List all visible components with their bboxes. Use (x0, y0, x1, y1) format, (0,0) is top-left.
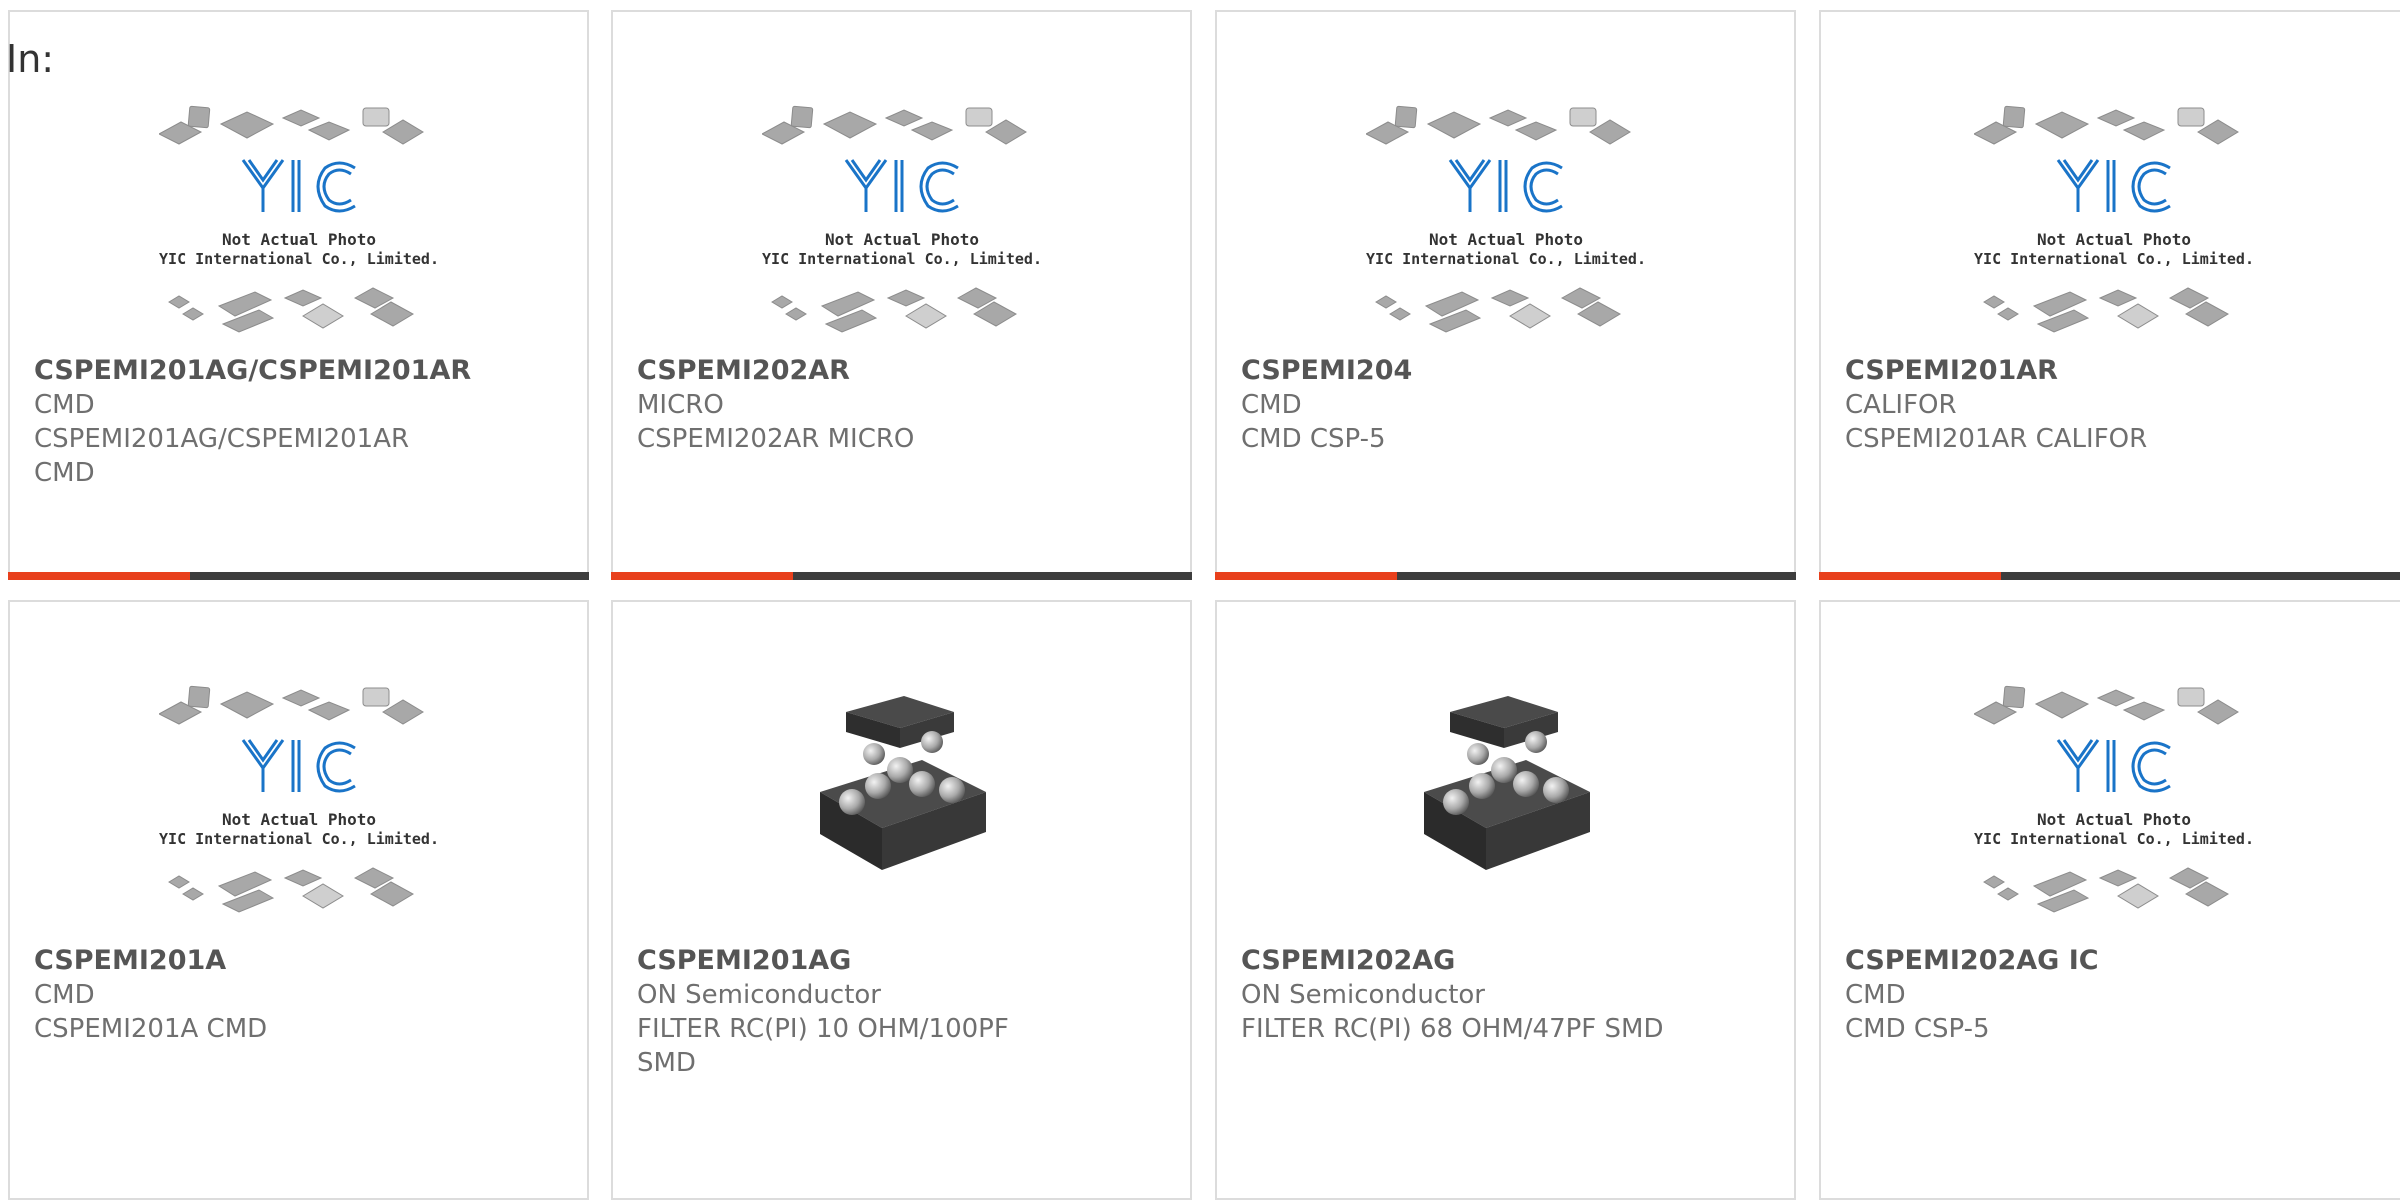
description-line-2: CMD (34, 458, 95, 488)
placeholder-caption-1: Not Actual Photo (2037, 810, 2191, 829)
placeholder-image: Not Actual Photo YIC International Co., … (158, 685, 439, 913)
description: FILTER RC(PI) 10 OHM/100PF (637, 1014, 1009, 1044)
part-number[interactable]: CSPEMI201AG/CSPEMI201AR (34, 354, 563, 388)
product-grid: In: Not Actual Photo YIC International C… (0, 0, 2400, 1200)
product-card[interactable]: CSPEMI202AG ON Semiconductor FILTER RC(P… (1215, 600, 1796, 1200)
product-card[interactable]: Not Actual Photo YIC International Co., … (8, 600, 589, 1200)
card-bottom-bar (611, 572, 1192, 580)
placeholder-caption-2: YIC International Co., Limited. (159, 830, 439, 848)
part-number[interactable]: CSPEMI201AR (1845, 354, 2383, 388)
placeholder-caption-1: Not Actual Photo (824, 230, 978, 249)
product-image[interactable]: Not Actual Photo YIC International Co., … (613, 102, 1190, 352)
card-bottom-bar (1819, 572, 2400, 580)
description: CSPEMI201AG/CSPEMI201AR (34, 424, 410, 454)
card-accent-bar (1819, 572, 2001, 580)
manufacturer: CMD (34, 980, 95, 1010)
placeholder-image: Not Actual Photo YIC International Co., … (761, 105, 1042, 333)
product-info: CSPEMI202AG IC CMD CMD CSP-5 (1845, 944, 2383, 1046)
product-info: CSPEMI202AR MICRO CSPEMI202AR MICRO (637, 354, 1166, 456)
placeholder-image: Not Actual Photo YIC International Co., … (1974, 105, 2254, 333)
manufacturer: CMD (1241, 390, 1302, 420)
part-number[interactable]: CSPEMI201A (34, 944, 563, 978)
product-info: CSPEMI204 CMD CMD CSP-5 (1241, 354, 1770, 456)
product-info: CSPEMI201A CMD CSPEMI201A CMD (34, 944, 563, 1046)
card-accent-bar (8, 572, 190, 580)
product-image[interactable]: Not Actual Photo YIC International Co., … (1821, 682, 2400, 932)
placeholder-caption-2: YIC International Co., Limited. (1366, 250, 1646, 268)
csp-package-image (819, 696, 986, 870)
product-image[interactable]: Not Actual Photo YIC International Co., … (10, 682, 587, 932)
product-info: CSPEMI201AG/CSPEMI201AR CMD CSPEMI201AG/… (34, 354, 563, 490)
product-image[interactable]: Not Actual Photo YIC International Co., … (1217, 102, 1794, 352)
part-number[interactable]: CSPEMI201AG (637, 944, 1166, 978)
placeholder-image: Not Actual Photo YIC International Co., … (1365, 105, 1646, 333)
manufacturer: ON Semiconductor (637, 980, 881, 1010)
csp-package-image (1423, 696, 1590, 870)
placeholder-caption-2: YIC International Co., Limited. (1974, 250, 2254, 268)
placeholder-image: Not Actual Photo YIC International Co., … (1974, 685, 2254, 913)
description-line-2: SMD (637, 1048, 696, 1078)
placeholder-caption-2: YIC International Co., Limited. (762, 250, 1042, 268)
product-image[interactable] (613, 682, 1190, 932)
product-info: CSPEMI201AG ON Semiconductor FILTER RC(P… (637, 944, 1166, 1080)
product-info: CSPEMI202AG ON Semiconductor FILTER RC(P… (1241, 944, 1770, 1046)
description: CSPEMI202AR MICRO (637, 424, 915, 454)
card-bottom-bar (8, 572, 589, 580)
description: CSPEMI201AR CALIFOR (1845, 424, 2148, 454)
part-number[interactable]: CSPEMI202AG (1241, 944, 1770, 978)
placeholder-caption-1: Not Actual Photo (221, 230, 375, 249)
card-accent-bar (1215, 572, 1397, 580)
product-card[interactable]: Not Actual Photo YIC International Co., … (1819, 600, 2400, 1200)
product-card[interactable]: Not Actual Photo YIC International Co., … (1215, 10, 1796, 580)
product-image[interactable] (1217, 682, 1794, 932)
placeholder-caption-2: YIC International Co., Limited. (1974, 830, 2254, 848)
manufacturer: CMD (34, 390, 95, 420)
product-card[interactable]: Not Actual Photo YIC International Co., … (8, 10, 589, 580)
placeholder-caption-2: YIC International Co., Limited. (159, 250, 439, 268)
description: CMD CSP-5 (1845, 1014, 1990, 1044)
description: FILTER RC(PI) 68 OHM/47PF SMD (1241, 1014, 1664, 1044)
card-accent-bar (611, 572, 793, 580)
placeholder-caption-1: Not Actual Photo (221, 810, 375, 829)
placeholder-caption-1: Not Actual Photo (2037, 230, 2191, 249)
part-number[interactable]: CSPEMI202AG IC (1845, 944, 2383, 978)
product-card[interactable]: CSPEMI201AG ON Semiconductor FILTER RC(P… (611, 600, 1192, 1200)
description: CSPEMI201A CMD (34, 1014, 268, 1044)
manufacturer: CALIFOR (1845, 390, 1957, 420)
product-info: CSPEMI201AR CALIFOR CSPEMI201AR CALIFOR (1845, 354, 2383, 456)
part-number[interactable]: CSPEMI204 (1241, 354, 1770, 388)
description: CMD CSP-5 (1241, 424, 1386, 454)
manufacturer: ON Semiconductor (1241, 980, 1485, 1010)
product-card[interactable]: Not Actual Photo YIC International Co., … (1819, 10, 2400, 580)
product-image[interactable]: Not Actual Photo YIC International Co., … (10, 102, 587, 352)
search-in-label: In: (6, 37, 55, 81)
product-card[interactable]: Not Actual Photo YIC International Co., … (611, 10, 1192, 580)
card-bottom-bar (1215, 572, 1796, 580)
placeholder-image: Not Actual Photo YIC International Co., … (158, 105, 439, 333)
manufacturer: MICRO (637, 390, 724, 420)
product-image[interactable]: Not Actual Photo YIC International Co., … (1821, 102, 2400, 352)
placeholder-caption-1: Not Actual Photo (1428, 230, 1582, 249)
manufacturer: CMD (1845, 980, 1906, 1010)
part-number[interactable]: CSPEMI202AR (637, 354, 1166, 388)
